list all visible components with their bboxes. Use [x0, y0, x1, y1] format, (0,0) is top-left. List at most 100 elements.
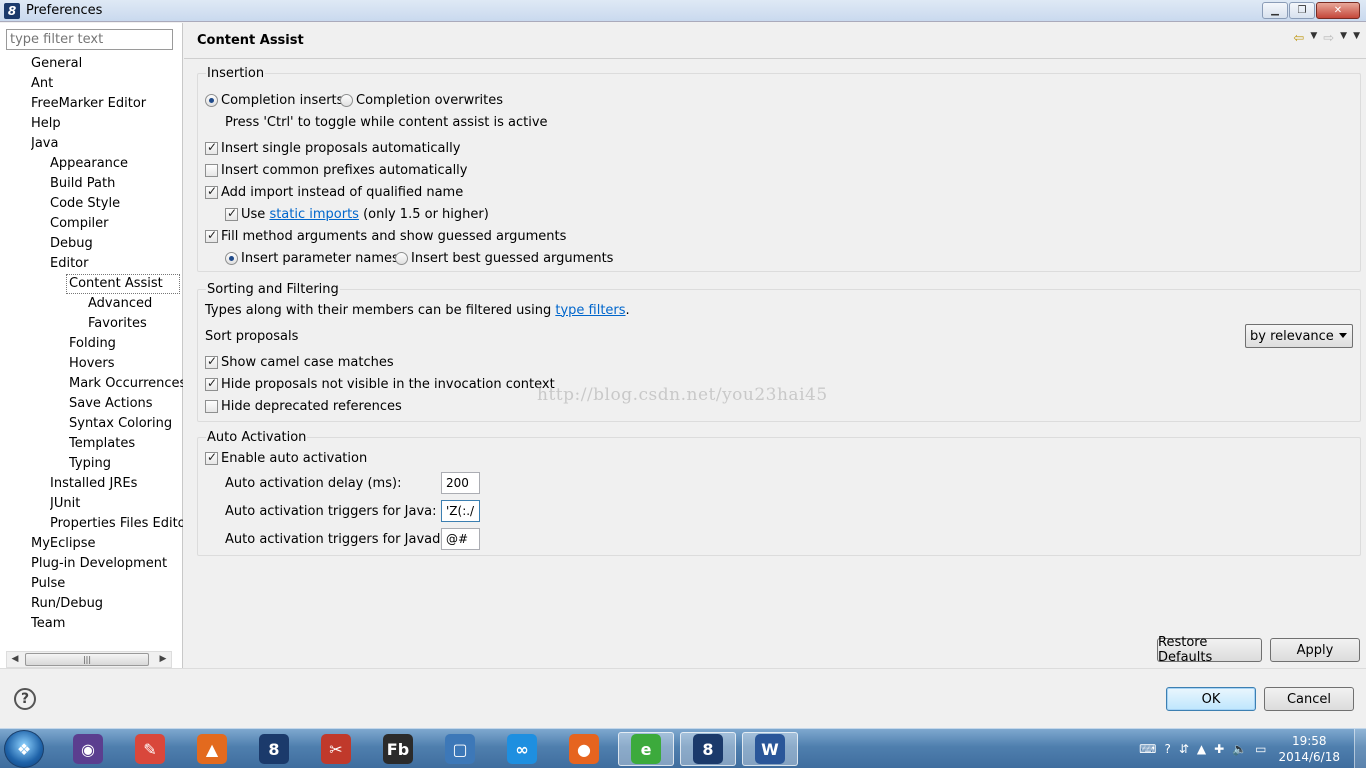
scroll-thumb[interactable]: ||| [25, 653, 149, 666]
tree-item[interactable]: Run/Debug [31, 594, 183, 614]
completion-inserts-radio[interactable]: Completion inserts [205, 90, 343, 110]
completion-overwrites-radio[interactable]: Completion overwrites [340, 90, 503, 110]
radio-unselected-icon [395, 251, 408, 265]
dialog-button-bar: ? OK Cancel [0, 668, 1366, 728]
tree-item[interactable]: Team [31, 614, 183, 634]
back-arrow-icon[interactable]: ⇦ [1293, 31, 1304, 46]
type-filters-link[interactable]: type filters [555, 303, 625, 318]
filter-input[interactable] [6, 29, 173, 50]
sort-proposals-select[interactable]: by relevance [1245, 324, 1353, 348]
chevron-down-icon [1339, 333, 1347, 338]
taskbar-app-button[interactable]: 8 [680, 732, 736, 766]
tree-item[interactable]: Save Actions [69, 394, 183, 414]
taskbar-app-button[interactable]: ▢ [432, 732, 488, 766]
tree-item[interactable]: Installed JREs [50, 474, 183, 494]
hide-not-visible-checkbox[interactable]: Hide proposals not visible in the invoca… [205, 374, 555, 394]
scroll-right-icon[interactable]: ▶ [155, 652, 171, 667]
show-desktop-button[interactable] [1354, 729, 1366, 768]
tree-item[interactable]: MyEclipse [31, 534, 183, 554]
taskbar-app-button[interactable]: ◉ [60, 732, 116, 766]
tree-item[interactable]: Properties Files Editor [50, 514, 183, 534]
eclipse-icon: ◉ [73, 734, 103, 764]
tree-item[interactable]: Advanced [88, 294, 183, 314]
taskbar-app-button[interactable]: ● [556, 732, 612, 766]
view-menu-icon[interactable]: ▼ [1353, 31, 1360, 46]
help-icon[interactable]: ? [14, 688, 36, 710]
tree-item[interactable]: Folding [69, 334, 183, 354]
tree-item[interactable]: General [31, 54, 183, 74]
taskbar-app-button[interactable]: 8 [246, 732, 302, 766]
tree-item[interactable]: Mark Occurrences [69, 374, 183, 394]
tree-item[interactable]: Favorites [88, 314, 183, 334]
scroll-left-icon[interactable]: ◀ [7, 652, 23, 667]
static-imports-link[interactable]: static imports [269, 207, 359, 222]
start-button[interactable]: ❖ [4, 730, 44, 768]
tree-item[interactable]: Templates [69, 434, 183, 454]
tree-item[interactable]: Appearance [50, 154, 183, 174]
tree-item[interactable]: Java [31, 134, 183, 154]
tree-item[interactable]: Plug-in Development [31, 554, 183, 574]
apply-button[interactable]: Apply [1270, 638, 1360, 662]
insert-single-checkbox[interactable]: Insert single proposals automatically [205, 138, 460, 158]
tree-item[interactable]: FreeMarker Editor [31, 94, 183, 114]
close-button[interactable]: ✕ [1316, 2, 1360, 19]
back-dropdown-icon[interactable]: ▼ [1310, 31, 1317, 46]
add-import-checkbox[interactable]: Add import instead of qualified name [205, 182, 463, 202]
taskbar-app-button[interactable]: ✎ [122, 732, 178, 766]
clock[interactable]: 19:58 2014/6/18 [1278, 733, 1340, 765]
help-tray-icon[interactable]: ? [1164, 742, 1170, 756]
tree-item[interactable]: Editor [50, 254, 183, 274]
tree-item[interactable]: Help [31, 114, 183, 134]
tree-item[interactable]: Compiler [50, 214, 183, 234]
network-app-icon: ∞ [507, 734, 537, 764]
taskbar-app-button[interactable]: ∞ [494, 732, 550, 766]
tree-item[interactable]: Ant [31, 74, 183, 94]
tree-item[interactable]: Pulse [31, 574, 183, 594]
minimize-button[interactable]: ▁ [1262, 2, 1288, 19]
keyboard-icon[interactable]: ⌨ [1139, 742, 1156, 756]
javadoc-triggers-label: Auto activation triggers for Javadoc: [225, 531, 460, 547]
forward-dropdown-icon[interactable]: ▼ [1340, 31, 1347, 46]
preferences-tree-panel: GeneralAntFreeMarker EditorHelpJavaAppea… [0, 23, 183, 668]
javadoc-triggers-input[interactable] [441, 528, 480, 550]
checkbox-checked-icon [205, 376, 218, 391]
ok-button[interactable]: OK [1166, 687, 1256, 711]
title-separator [184, 58, 1366, 59]
delay-input[interactable] [441, 472, 480, 494]
enable-auto-activation-checkbox[interactable]: Enable auto activation [205, 448, 367, 468]
taskbar-app-button[interactable]: ✂ [308, 732, 364, 766]
fill-method-checkbox[interactable]: Fill method arguments and show guessed a… [205, 226, 566, 246]
tree-item[interactable]: JUnit [50, 494, 183, 514]
insert-common-checkbox[interactable]: Insert common prefixes automatically [205, 160, 468, 180]
tree-item[interactable]: Syntax Coloring [69, 414, 183, 434]
delay-label: Auto activation delay (ms): [225, 475, 402, 491]
java-triggers-input[interactable] [441, 500, 480, 522]
taskbar-app-button[interactable]: ▲ [184, 732, 240, 766]
maximize-button[interactable]: ❐ [1289, 2, 1315, 19]
security-icon[interactable]: ✚ [1214, 742, 1224, 756]
taskbar-app-button[interactable]: e [618, 732, 674, 766]
checkbox-unchecked-icon [205, 399, 218, 413]
tree-item[interactable]: Build Path [50, 174, 183, 194]
tree-item[interactable]: Typing [69, 454, 183, 474]
show-hidden-icons-icon[interactable]: ▲ [1197, 742, 1206, 756]
camel-case-checkbox[interactable]: Show camel case matches [205, 352, 394, 372]
tree-item[interactable]: Hovers [69, 354, 183, 374]
hide-deprecated-checkbox[interactable]: Hide deprecated references [205, 396, 402, 416]
cancel-button[interactable]: Cancel [1264, 687, 1354, 711]
display-icon[interactable]: ▭ [1255, 742, 1266, 756]
insert-param-names-radio[interactable]: Insert parameter names [225, 248, 399, 268]
restore-defaults-button[interactable]: Restore Defaults [1157, 635, 1262, 665]
tree-item[interactable]: Content Assist [66, 274, 180, 294]
use-static-imports-checkbox[interactable]: Use static imports (only 1.5 or higher) [225, 204, 489, 224]
browser-icon: e [631, 734, 661, 764]
tree-horizontal-scrollbar[interactable]: ◀ ||| ▶ [6, 651, 172, 668]
taskbar-app-button[interactable]: Fb [370, 732, 426, 766]
taskbar-app-button[interactable]: W [742, 732, 798, 766]
volume-icon[interactable]: 🔈 [1232, 742, 1247, 756]
tree-item[interactable]: Debug [50, 234, 183, 254]
network-status-icon[interactable]: ⇵ [1179, 742, 1189, 756]
forward-arrow-icon[interactable]: ⇨ [1323, 31, 1334, 46]
tree-item[interactable]: Code Style [50, 194, 183, 214]
insert-best-guessed-radio[interactable]: Insert best guessed arguments [395, 248, 613, 268]
